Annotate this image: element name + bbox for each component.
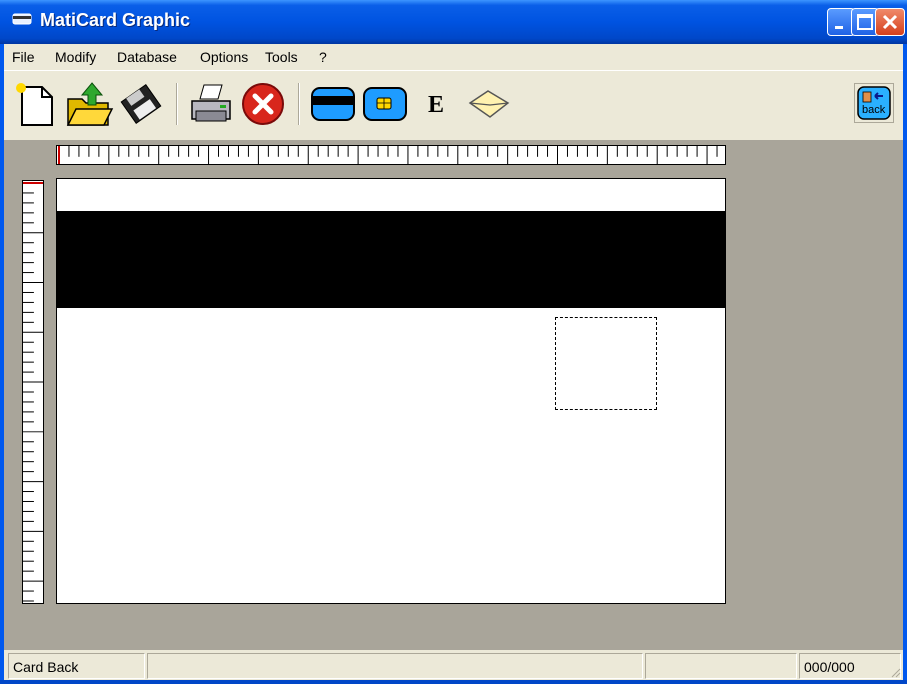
toolbar-separator bbox=[298, 83, 300, 125]
status-counter: 000/000 bbox=[799, 653, 901, 679]
new-document-icon[interactable] bbox=[12, 79, 62, 129]
close-window-button[interactable] bbox=[875, 8, 905, 36]
svg-text:E: E bbox=[428, 92, 444, 118]
selection-box[interactable] bbox=[555, 317, 657, 410]
menu-tools[interactable]: Tools bbox=[265, 49, 298, 65]
card-back-icon bbox=[857, 86, 891, 120]
menu-bar: File Modify Database Options Tools ? bbox=[4, 44, 903, 70]
app-icon bbox=[12, 13, 32, 25]
resize-grip-icon[interactable] bbox=[889, 666, 901, 678]
chip-card-icon[interactable] bbox=[360, 79, 410, 129]
close-red-icon[interactable] bbox=[238, 79, 288, 129]
save-disk-icon[interactable] bbox=[116, 79, 166, 129]
status-pane-empty bbox=[645, 653, 797, 679]
window-frame bbox=[0, 680, 907, 684]
encode-e-icon[interactable]: E bbox=[412, 79, 462, 129]
menu-modify[interactable]: Modify bbox=[55, 49, 96, 65]
status-mode: Card Back bbox=[8, 653, 145, 679]
envelope-icon[interactable] bbox=[464, 79, 514, 129]
close-icon bbox=[882, 14, 898, 30]
magnetic-stripe[interactable] bbox=[57, 211, 725, 308]
status-pane-empty bbox=[147, 653, 643, 679]
toolbar-separator bbox=[176, 83, 178, 125]
open-folder-icon[interactable] bbox=[64, 79, 114, 129]
card-back-button[interactable]: back bbox=[854, 83, 894, 123]
card-back-label: back bbox=[862, 104, 886, 116]
card-canvas[interactable] bbox=[56, 178, 726, 604]
workspace bbox=[4, 140, 903, 650]
app-window: MatiCard Graphic File Modify Database Op… bbox=[0, 0, 907, 684]
menu-help[interactable]: ? bbox=[319, 49, 327, 65]
vertical-ruler bbox=[22, 180, 44, 604]
print-icon[interactable] bbox=[186, 79, 236, 129]
menu-database[interactable]: Database bbox=[117, 49, 177, 65]
title-bar[interactable]: MatiCard Graphic bbox=[0, 0, 907, 44]
toolbar: E back bbox=[4, 70, 903, 141]
horizontal-ruler bbox=[56, 145, 726, 165]
status-bar: Card Back 000/000 bbox=[4, 650, 903, 680]
menu-options[interactable]: Options bbox=[200, 49, 248, 65]
window-title: MatiCard Graphic bbox=[40, 10, 191, 30]
card-magstripe-icon[interactable] bbox=[308, 79, 358, 129]
menu-file[interactable]: File bbox=[12, 49, 35, 65]
